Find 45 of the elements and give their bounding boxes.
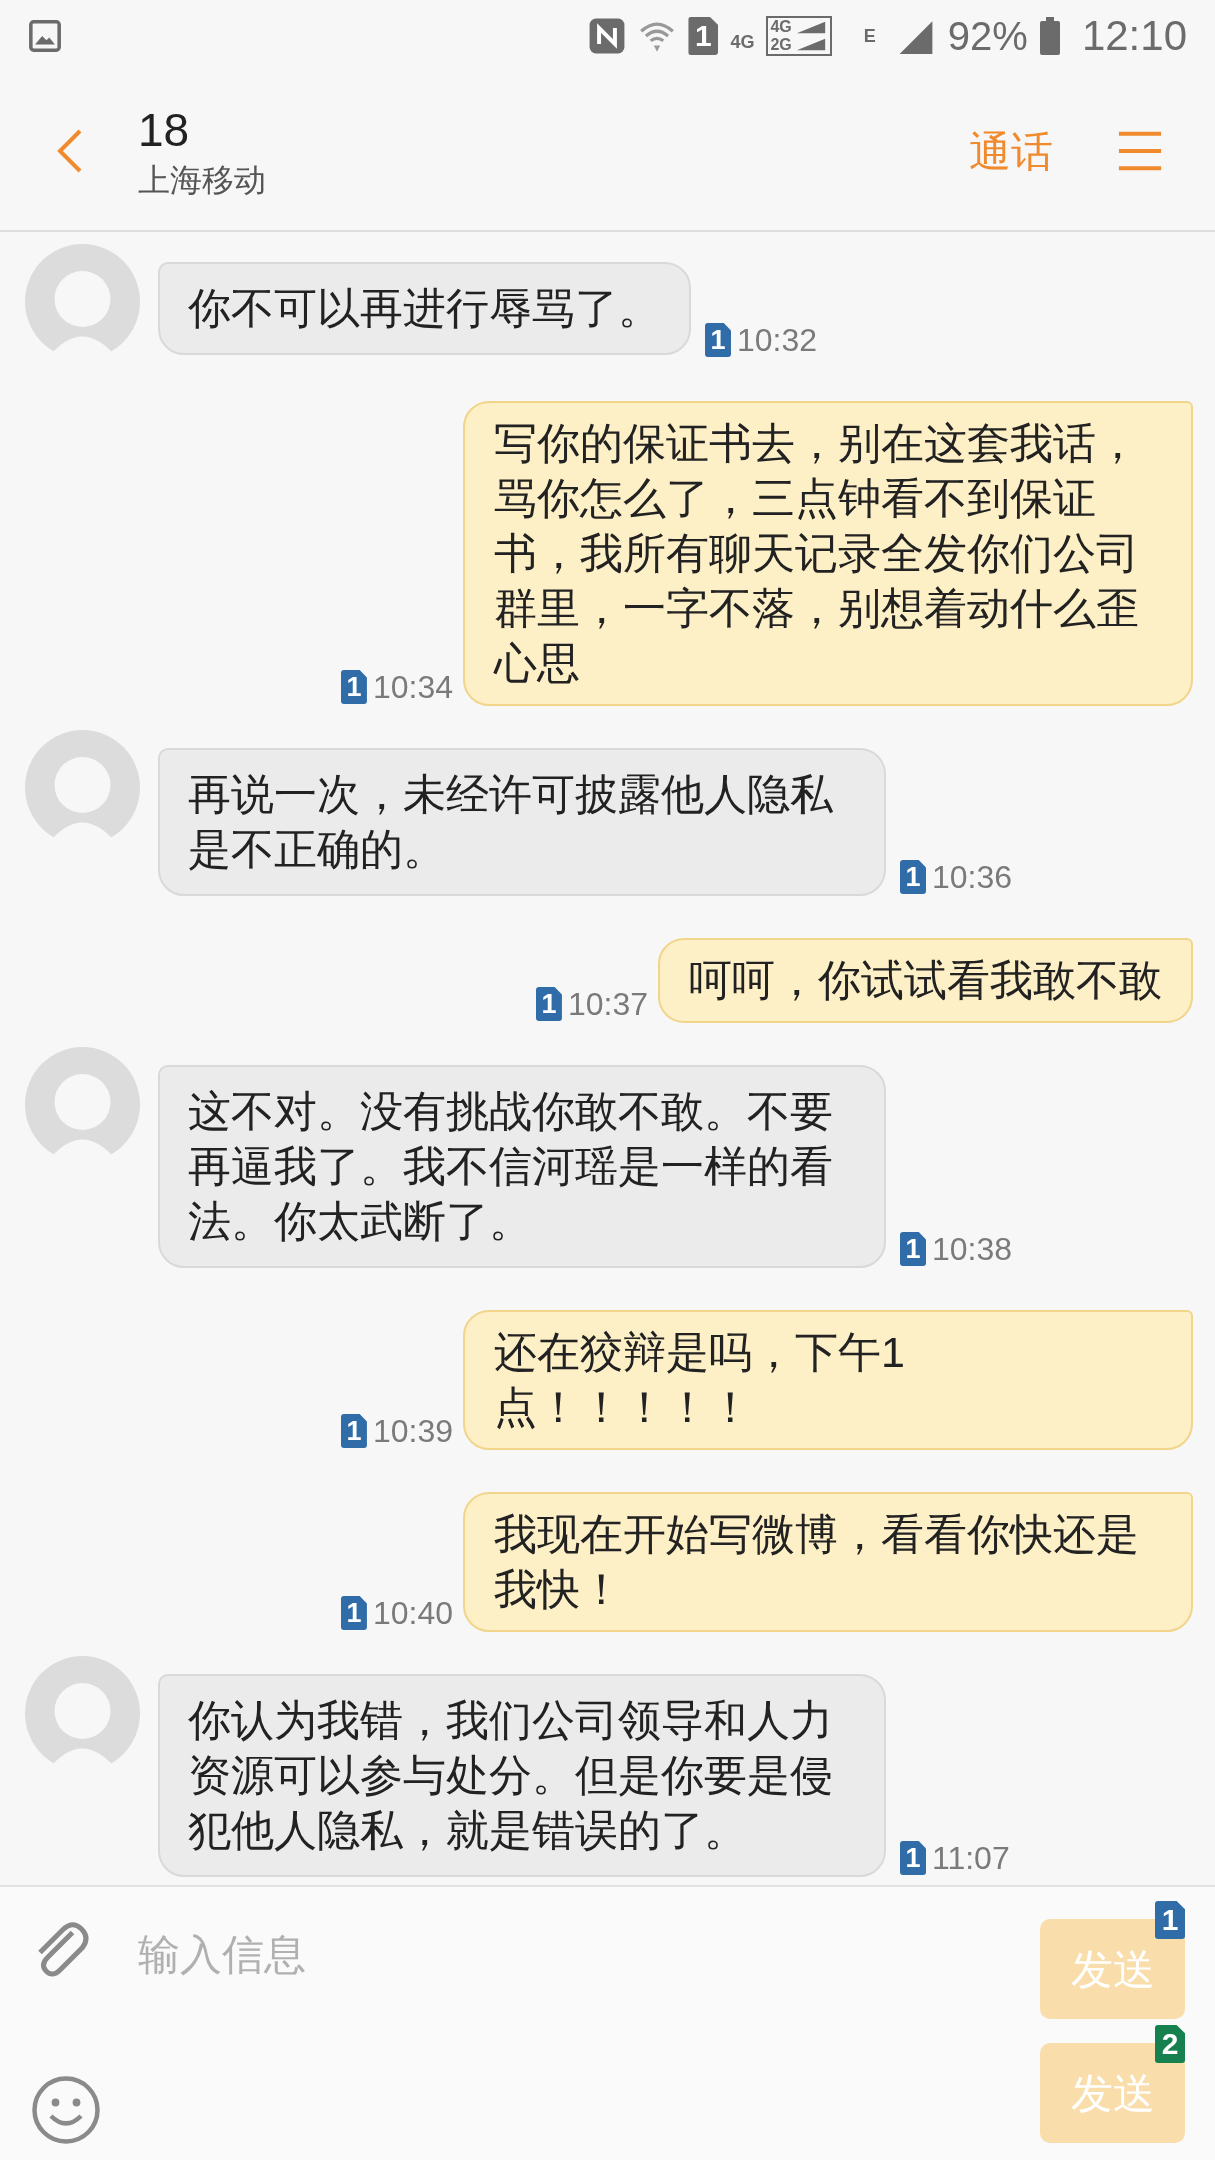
message-time: 10:36 xyxy=(932,861,1013,893)
avatar-icon xyxy=(25,730,140,845)
sim-badge: 1 xyxy=(340,1414,367,1448)
avatar-icon xyxy=(25,1047,140,1162)
sim-badge: 1 xyxy=(900,860,926,894)
avatar-icon xyxy=(25,244,140,359)
call-button[interactable]: 通话 xyxy=(969,119,1053,183)
message-time: 11:07 xyxy=(932,1842,1010,1874)
sim-badge: 1 xyxy=(900,1232,926,1266)
sim-badge: 1 xyxy=(340,670,367,704)
clock: 12:10 xyxy=(1081,15,1187,57)
message-time: 10:40 xyxy=(372,1597,453,1629)
battery-icon xyxy=(1039,17,1060,55)
contact-number: 18 xyxy=(138,103,191,159)
message-time: 10:32 xyxy=(737,324,818,356)
sim-badge: 2 xyxy=(1155,2025,1185,2063)
sim-badge: 1 xyxy=(340,1596,367,1630)
carrier-label: 上海移动 xyxy=(138,160,266,200)
battery-percent: 92% xyxy=(947,16,1028,56)
sent-bubble: 写你的保证书去，别在这套我话，骂你怎么了，三点钟看不到保证书，我所有聊天记录全发你们公司群里，一字不落，别想着动什么歪心思 xyxy=(463,401,1193,706)
message-time: 10:38 xyxy=(932,1233,1013,1265)
signal-indicator: 4G 2G xyxy=(766,16,832,56)
received-bubble: 这不对。没有挑战你敢不敢。不要再逼我了。我不信河瑶是一样的看法。你太武断了。 xyxy=(158,1065,886,1268)
network-label: E xyxy=(863,25,876,48)
gallery-icon xyxy=(28,19,62,53)
network-label: 4G xyxy=(730,31,755,54)
message-field[interactable]: 输入信息 xyxy=(138,1925,1040,1985)
message-time: 10:34 xyxy=(372,671,453,703)
message-time: 10:39 xyxy=(372,1415,453,1447)
back-icon xyxy=(56,127,84,175)
emoji-icon[interactable] xyxy=(30,2074,102,2146)
sim-badge: 1 xyxy=(535,987,562,1021)
sent-bubble: 我现在开始写微博，看看你快还是我快！ xyxy=(463,1492,1193,1632)
received-bubble: 你认为我错，我们公司领导和人力资源可以参与处分。但是你要是侵犯他人隐私，就是错误的了。 xyxy=(158,1674,886,1877)
nfc-icon xyxy=(588,17,627,55)
sim-badge: 1 xyxy=(900,1841,926,1875)
sent-bubble: 还在狡辩是吗，下午1点！！！！！ xyxy=(463,1310,1193,1450)
message-time: 10:37 xyxy=(567,988,648,1020)
received-bubble: 你不可以再进行辱骂了。 xyxy=(158,262,691,355)
sim-badge: 1 xyxy=(1155,1901,1185,1939)
sim-badge: 1 xyxy=(705,323,731,357)
received-bubble: 再说一次，未经许可披露他人隐私是不正确的。 xyxy=(158,748,886,896)
sim-badge: 1 xyxy=(688,17,719,55)
sent-bubble: 呵呵，你试试看我敢不敢 xyxy=(658,938,1193,1023)
avatar-icon xyxy=(25,1656,140,1771)
